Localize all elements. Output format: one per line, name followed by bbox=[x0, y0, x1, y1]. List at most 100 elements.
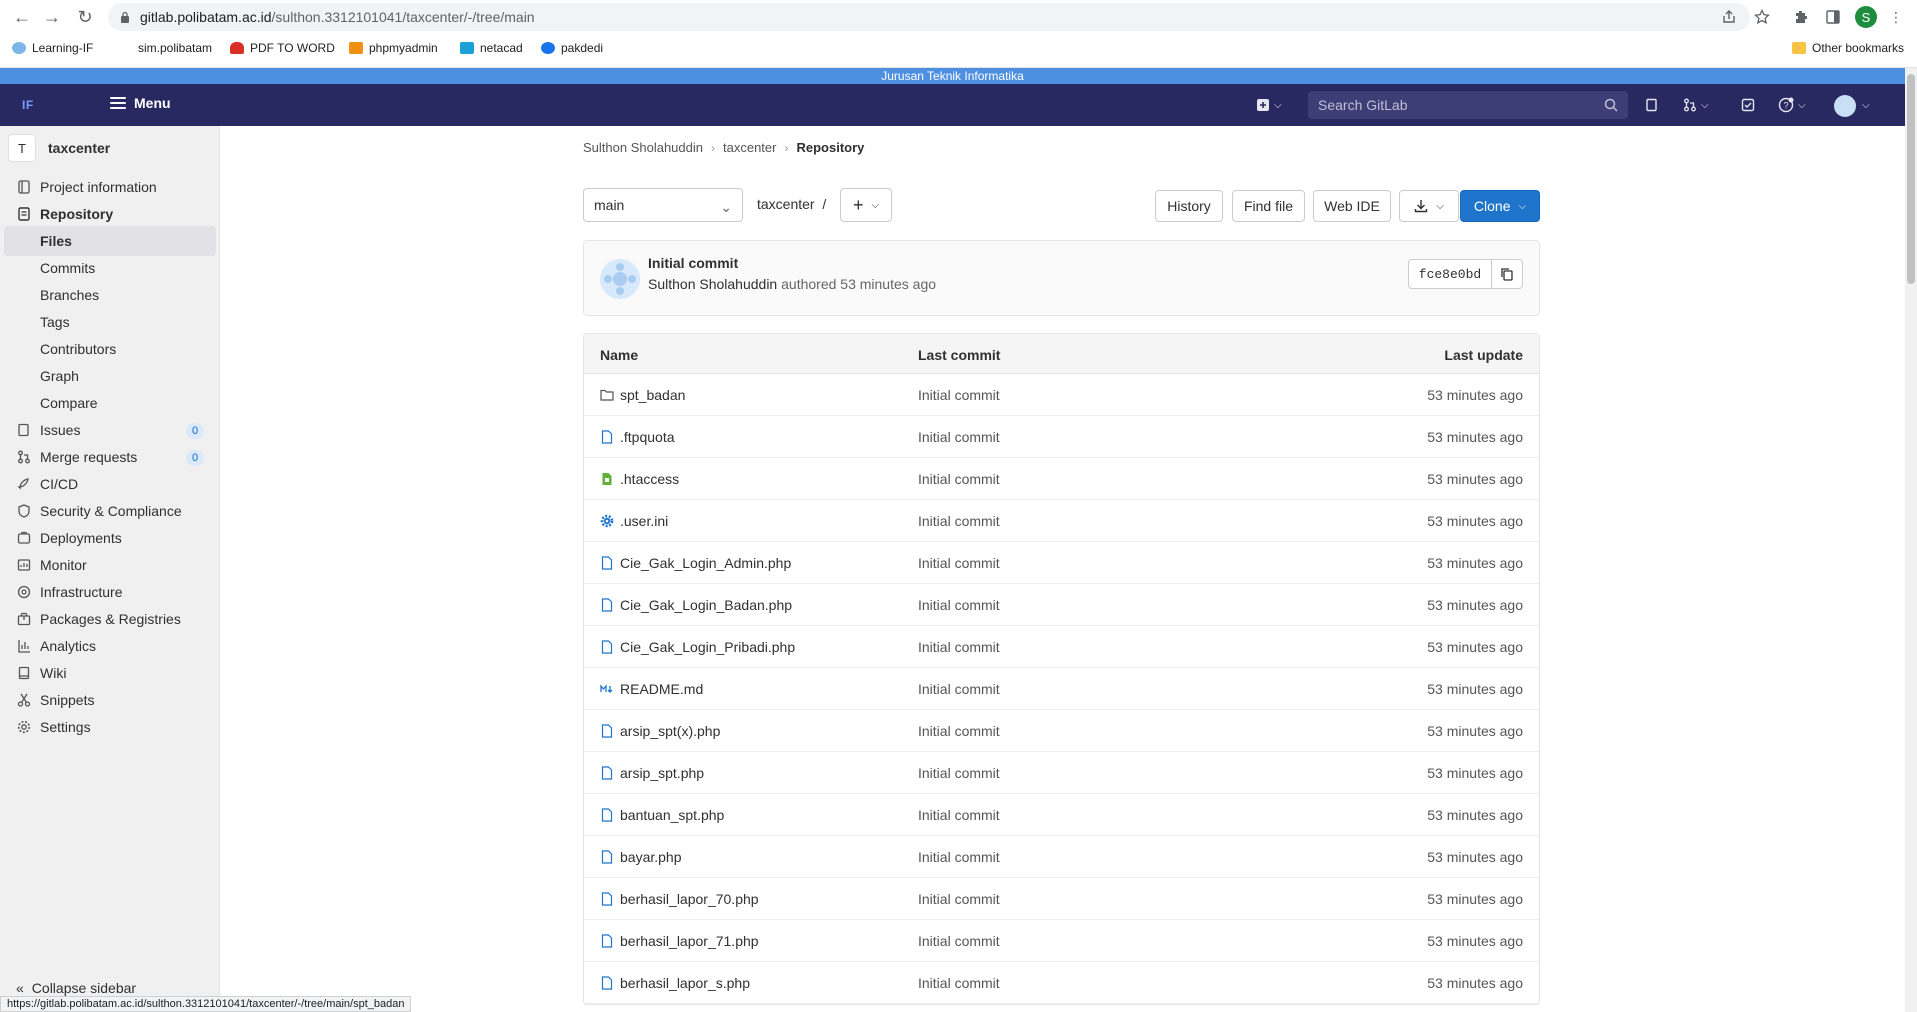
sidebar-item-monitor[interactable]: Monitor bbox=[4, 550, 216, 580]
last-commit-link[interactable]: Initial commit bbox=[918, 555, 1000, 571]
last-commit-link[interactable]: Initial commit bbox=[918, 765, 1000, 781]
url-bar[interactable]: gitlab.polibatam.ac.id/sulthon.331210104… bbox=[108, 3, 1750, 31]
sidebar-item-deployments[interactable]: Deployments bbox=[4, 523, 216, 553]
collapse-sidebar-button[interactable]: « Collapse sidebar bbox=[16, 980, 136, 996]
table-row[interactable]: .htaccess Initial commit 53 minutes ago bbox=[584, 458, 1539, 500]
sidebar-item-analytics[interactable]: Analytics bbox=[4, 631, 216, 661]
breadcrumb-current[interactable]: Repository bbox=[796, 140, 864, 155]
file-name-link[interactable]: README.md bbox=[600, 681, 703, 697]
sidebar-item-merge-requests[interactable]: Merge requests 0 bbox=[4, 442, 216, 472]
table-row[interactable]: berhasil_lapor_70.php Initial commit 53 mi… bbox=[584, 878, 1539, 920]
download-button[interactable]: ⌵ bbox=[1399, 190, 1459, 222]
sidebar-item-wiki[interactable]: Wiki bbox=[4, 658, 216, 688]
menu-button[interactable]: Menu bbox=[110, 95, 171, 111]
sidebar-item-tags[interactable]: Tags bbox=[4, 307, 216, 337]
sidebar-item-packages-registries[interactable]: Packages & Registries bbox=[4, 604, 216, 634]
issues-icon[interactable] bbox=[1645, 96, 1659, 114]
last-commit-link[interactable]: Initial commit bbox=[918, 891, 1000, 907]
sidebar-item-commits[interactable]: Commits bbox=[4, 253, 216, 283]
file-name-link[interactable]: Cie_Gak_Login_Pribadi.php bbox=[600, 639, 795, 655]
file-name-link[interactable]: Cie_Gak_Login_Admin.php bbox=[600, 555, 791, 571]
breadcrumb-user[interactable]: Sulthon Sholahuddin bbox=[583, 140, 703, 155]
chevron-down-icon[interactable]: ⌵ bbox=[1862, 96, 1870, 114]
last-commit-link[interactable]: Initial commit bbox=[918, 975, 1000, 991]
commit-author[interactable]: Sulthon Sholahuddin bbox=[648, 276, 777, 292]
web-ide-button[interactable]: Web IDE bbox=[1313, 190, 1391, 222]
table-row[interactable]: .user.ini Initial commit 53 minutes ago bbox=[584, 500, 1539, 542]
breadcrumb-project[interactable]: taxcenter bbox=[723, 140, 776, 155]
file-name-link[interactable]: berhasil_lapor_71.php bbox=[600, 933, 759, 949]
history-button[interactable]: History bbox=[1155, 190, 1223, 222]
bookmark-pakdedi[interactable]: pakdedi bbox=[541, 41, 603, 55]
file-name-link[interactable]: bantuan_spt.php bbox=[600, 807, 724, 823]
clone-button[interactable]: Clone ⌵ bbox=[1460, 190, 1540, 222]
other-bookmarks[interactable]: Other bookmarks bbox=[1792, 41, 1904, 55]
table-row[interactable]: berhasil_lapor_s.php Initial commit 53 min… bbox=[584, 962, 1539, 1004]
last-commit-link[interactable]: Initial commit bbox=[918, 597, 1000, 613]
sidebar-item-snippets[interactable]: Snippets bbox=[4, 685, 216, 715]
last-commit-link[interactable]: Initial commit bbox=[918, 513, 1000, 529]
bookmark-learning-if[interactable]: Learning-IF bbox=[12, 41, 93, 55]
sidebar-item-security-compliance[interactable]: Security & Compliance bbox=[4, 496, 216, 526]
table-row[interactable]: arsip_spt.php Initial commit 53 minutes ag… bbox=[584, 752, 1539, 794]
repo-path[interactable]: taxcenter / bbox=[757, 196, 826, 212]
add-to-tree-button[interactable]: + ⌵ bbox=[840, 188, 892, 222]
file-name-link[interactable]: berhasil_lapor_70.php bbox=[600, 891, 759, 907]
last-commit-link[interactable]: Initial commit bbox=[918, 639, 1000, 655]
table-row[interactable]: bantuan_spt.php Initial commit 53 minutes … bbox=[584, 794, 1539, 836]
user-avatar[interactable] bbox=[1834, 95, 1856, 117]
sidebar-item-graph[interactable]: Graph bbox=[4, 361, 216, 391]
table-row[interactable]: Cie_Gak_Login_Pribadi.php Initial commit 5… bbox=[584, 626, 1539, 668]
sidebar-item-files[interactable]: Files bbox=[4, 226, 216, 256]
reload-icon[interactable]: ↻ bbox=[75, 7, 95, 27]
side-panel-icon[interactable] bbox=[1823, 7, 1843, 27]
table-row[interactable]: bayar.php Initial commit 53 minutes ago bbox=[584, 836, 1539, 878]
create-new-icon[interactable]: ⌵ bbox=[1256, 96, 1282, 114]
file-name-link[interactable]: arsip_spt.php bbox=[600, 765, 704, 781]
last-commit-link[interactable]: Initial commit bbox=[918, 471, 1000, 487]
scrollbar-thumb[interactable] bbox=[1907, 74, 1915, 284]
bookmark-pdf-to-word[interactable]: PDF TO WORD bbox=[230, 41, 335, 55]
kebab-menu-icon[interactable]: ⋮ bbox=[1886, 7, 1906, 27]
file-name-link[interactable]: .user.ini bbox=[600, 513, 668, 529]
file-name-link[interactable]: .htaccess bbox=[600, 471, 679, 487]
last-commit-link[interactable]: Initial commit bbox=[918, 429, 1000, 445]
profile-avatar[interactable]: S bbox=[1855, 6, 1877, 28]
sidebar-item-settings[interactable]: Settings bbox=[4, 712, 216, 742]
last-commit-link[interactable]: Initial commit bbox=[918, 849, 1000, 865]
table-row[interactable]: berhasil_lapor_71.php Initial commit 53 mi… bbox=[584, 920, 1539, 962]
help-icon[interactable]: ? ⌵ bbox=[1778, 96, 1806, 114]
table-row[interactable]: .ftpquota Initial commit 53 minutes ago bbox=[584, 416, 1539, 458]
sidebar-project[interactable]: T taxcenter bbox=[8, 134, 110, 162]
last-commit-link[interactable]: Initial commit bbox=[918, 723, 1000, 739]
bookmark-netacad[interactable]: netacad bbox=[460, 41, 523, 55]
last-commit-link[interactable]: Initial commit bbox=[918, 387, 1000, 403]
star-icon[interactable] bbox=[1752, 7, 1772, 27]
sidebar-item-compare[interactable]: Compare bbox=[4, 388, 216, 418]
brand-logo[interactable]: IF bbox=[22, 98, 34, 112]
bookmark-phpmyadmin[interactable]: phpmyadmin bbox=[349, 41, 438, 55]
sidebar-item-contributors[interactable]: Contributors bbox=[4, 334, 216, 364]
sidebar-item-ci-cd[interactable]: CI/CD bbox=[4, 469, 216, 499]
back-icon[interactable]: ← bbox=[12, 7, 32, 27]
author-avatar[interactable] bbox=[600, 259, 640, 299]
table-row[interactable]: README.md Initial commit 53 minutes ago bbox=[584, 668, 1539, 710]
branch-selector[interactable]: main ⌄ bbox=[583, 188, 743, 222]
commit-title[interactable]: Initial commit bbox=[648, 255, 738, 271]
file-name-link[interactable]: spt_badan bbox=[600, 387, 685, 403]
page-scrollbar[interactable] bbox=[1905, 68, 1917, 1012]
find-file-button[interactable]: Find file bbox=[1232, 190, 1305, 222]
file-name-link[interactable]: arsip_spt(x).php bbox=[600, 723, 720, 739]
file-name-link[interactable]: Cie_Gak_Login_Badan.php bbox=[600, 597, 792, 613]
merge-requests-icon[interactable]: ⌵ bbox=[1683, 96, 1709, 114]
sidebar-item-issues[interactable]: Issues 0 bbox=[4, 415, 216, 445]
file-name-link[interactable]: berhasil_lapor_s.php bbox=[600, 975, 750, 991]
last-commit-link[interactable]: Initial commit bbox=[918, 933, 1000, 949]
sidebar-item-infrastructure[interactable]: Infrastructure bbox=[4, 577, 216, 607]
table-row[interactable]: Cie_Gak_Login_Badan.php Initial commit 53 … bbox=[584, 584, 1539, 626]
sidebar-item-project-information[interactable]: Project information bbox=[4, 172, 216, 202]
extensions-icon[interactable] bbox=[1791, 7, 1811, 27]
last-commit-link[interactable]: Initial commit bbox=[918, 807, 1000, 823]
table-row[interactable]: arsip_spt(x).php Initial commit 53 minutes… bbox=[584, 710, 1539, 752]
table-row[interactable]: spt_badan Initial commit 53 minutes ago bbox=[584, 374, 1539, 416]
